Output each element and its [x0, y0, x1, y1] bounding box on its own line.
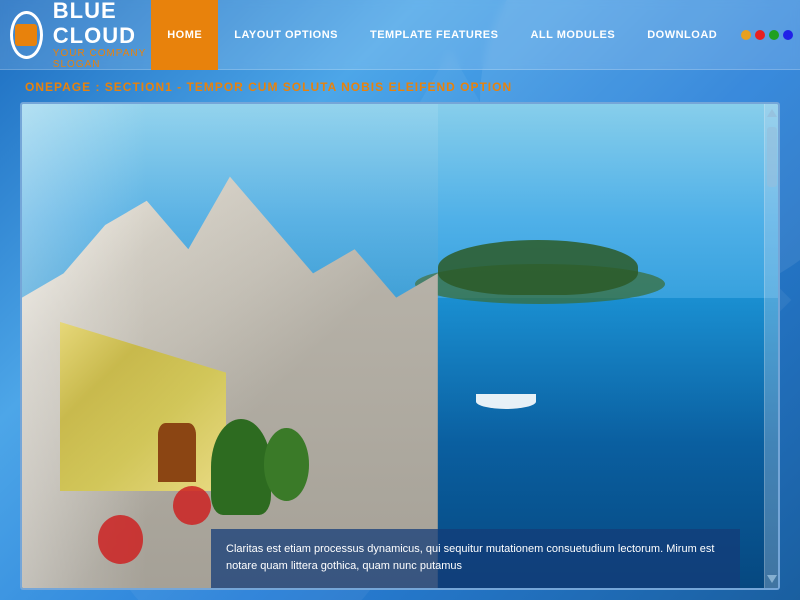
scrollbar-arrow-down[interactable]: [767, 575, 777, 585]
nav-item-layout[interactable]: LAYOUT OPTIONS: [218, 0, 354, 70]
logo-text-area: BLUE CLOUD YOUR COMPANY SLOGAN: [53, 0, 151, 70]
hero-caption: Claritas est etiam processus dynamicus, …: [226, 541, 725, 576]
dot-orange: [741, 30, 751, 40]
hero-text-overlay: Claritas est etiam processus dynamicus, …: [211, 529, 740, 588]
scrollbar-arrow-up[interactable]: [767, 107, 777, 117]
main-nav: HOME LAYOUT OPTIONS TEMPLATE FEATURES AL…: [151, 0, 793, 69]
nav-item-modules[interactable]: ALL MODULES: [514, 0, 631, 70]
scrollbar-thumb[interactable]: [767, 127, 777, 187]
logo-area: BLUE CLOUD YOUR COMPANY SLOGAN: [10, 0, 151, 70]
logo-icon-inner: [15, 24, 37, 46]
scrollbar[interactable]: [764, 104, 778, 588]
hero-island: [438, 240, 638, 295]
hero-tree1: [211, 419, 271, 516]
nav-item-features[interactable]: TEMPLATE FEATURES: [354, 0, 514, 70]
hero-flowers1: [173, 486, 211, 525]
hero-tree2: [264, 428, 309, 501]
header: BLUE CLOUD YOUR COMPANY SLOGAN HOME LAYO…: [0, 0, 800, 70]
section-title: ONEPAGE : SECTION1 - TEMPOR CUM SOLUTA N…: [20, 80, 780, 94]
hero-flowers2: [98, 515, 143, 563]
main-content: ONEPAGE : SECTION1 - TEMPOR CUM SOLUTA N…: [0, 70, 800, 600]
nav-item-download[interactable]: DOWNLOAD: [631, 0, 733, 70]
hero-image: Claritas est etiam processus dynamicus, …: [22, 104, 778, 588]
nav-item-home[interactable]: HOME: [151, 0, 218, 70]
logo-slogan: YOUR COMPANY SLOGAN: [53, 48, 151, 70]
color-dots: [741, 0, 793, 69]
logo-icon: [10, 11, 43, 59]
logo-title: BLUE CLOUD: [53, 0, 151, 48]
dot-red: [755, 30, 765, 40]
dot-green: [769, 30, 779, 40]
hero-container: Claritas est etiam processus dynamicus, …: [20, 102, 780, 590]
hero-tree3: [158, 423, 196, 481]
dot-blue: [783, 30, 793, 40]
